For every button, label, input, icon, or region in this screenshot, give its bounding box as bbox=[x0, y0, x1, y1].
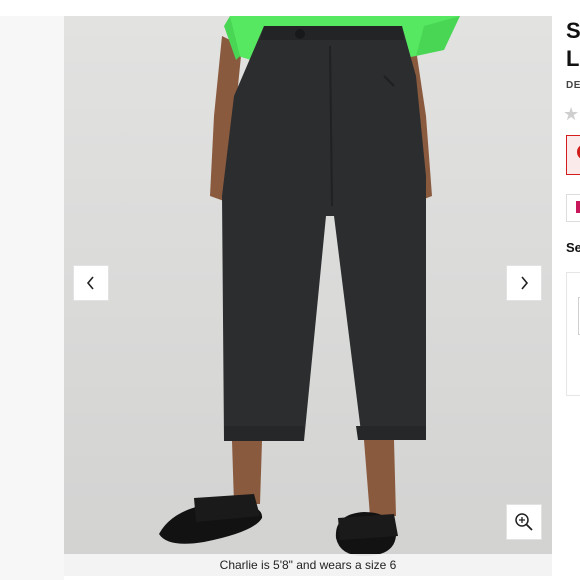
product-photo bbox=[64, 16, 552, 576]
product-details-panel: S L DE ★ Se bbox=[552, 16, 580, 580]
next-image-button[interactable] bbox=[506, 265, 542, 301]
payment-brand-icon bbox=[576, 201, 580, 213]
product-subtitle: DE bbox=[566, 80, 580, 91]
zoom-button[interactable] bbox=[506, 504, 542, 540]
product-image-gallery: Charlie is 5'8" and wears a size 6 bbox=[64, 16, 552, 576]
selector-panel bbox=[566, 272, 580, 396]
payment-option[interactable] bbox=[566, 194, 580, 222]
promo-banner[interactable] bbox=[566, 135, 580, 175]
top-strip bbox=[0, 0, 580, 16]
section-heading: Se bbox=[566, 240, 580, 255]
star-icon[interactable]: ★ bbox=[563, 104, 579, 125]
model-info-caption: Charlie is 5'8" and wears a size 6 bbox=[64, 554, 552, 576]
previous-image-button[interactable] bbox=[73, 265, 109, 301]
zoom-in-icon bbox=[515, 513, 533, 531]
model-info-text: Charlie is 5'8" and wears a size 6 bbox=[219, 558, 397, 572]
chevron-left-icon bbox=[86, 276, 94, 290]
product-title-line-2: L bbox=[566, 46, 580, 71]
left-gutter bbox=[0, 16, 64, 580]
product-title-line-1: S bbox=[566, 18, 580, 43]
chevron-right-icon bbox=[521, 276, 529, 290]
